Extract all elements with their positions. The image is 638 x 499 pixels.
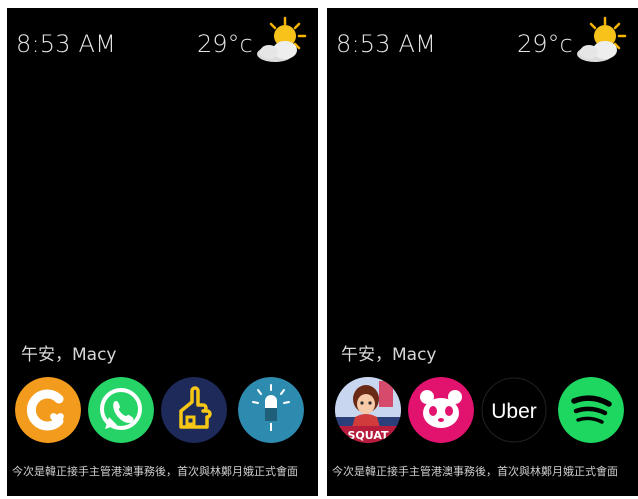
yellow-hand-home-app-icon[interactable]: [161, 377, 227, 443]
greeting-text: 午安，Macy: [21, 345, 117, 365]
phone-screen-left: 8:53 AM 29°c 午安，Macy 今次是韓正接手主管港澳事務後，首次與林…: [7, 8, 318, 496]
partly-cloudy-sun-icon: [257, 16, 307, 62]
squat-game-app-icon[interactable]: SQUAT: [335, 377, 401, 443]
temperature: 29°c: [517, 30, 573, 58]
greeting-text: 午安，Macy: [341, 345, 437, 365]
orange-c-app-icon[interactable]: [15, 377, 81, 443]
uber-label: Uber: [491, 400, 537, 423]
squat-label: SQUAT: [347, 429, 389, 442]
news-ticker: 今次是韓正接手主管港澳事務後，首次與林鄭月娥正式會面: [12, 465, 298, 478]
news-ticker: 今次是韓正接手主管港澳事務後，首次與林鄭月娥正式會面: [332, 465, 618, 478]
foodpanda-icon[interactable]: [408, 377, 474, 443]
partly-cloudy-sun-icon: [577, 16, 627, 62]
spotify-icon[interactable]: [558, 377, 624, 443]
app-dock: SQUAT Uber: [335, 377, 635, 447]
app-dock: [15, 377, 315, 447]
temperature: 29°c: [197, 30, 253, 58]
bulb-app-icon[interactable]: [238, 377, 304, 443]
clock-time: 8:53 AM: [16, 30, 117, 58]
phone-screen-right: 8:53 AM 29°c 午安，Macy SQUAT Uber 今次是韓正接手主…: [327, 8, 638, 496]
clock-time: 8:53 AM: [336, 30, 437, 58]
uber-icon[interactable]: Uber: [481, 377, 547, 443]
comparison-stage: 8:53 AM 29°c 午安，Macy 今次是韓正接手主管港澳事務後，首次與林…: [0, 0, 638, 499]
whatsapp-icon[interactable]: [88, 377, 154, 443]
